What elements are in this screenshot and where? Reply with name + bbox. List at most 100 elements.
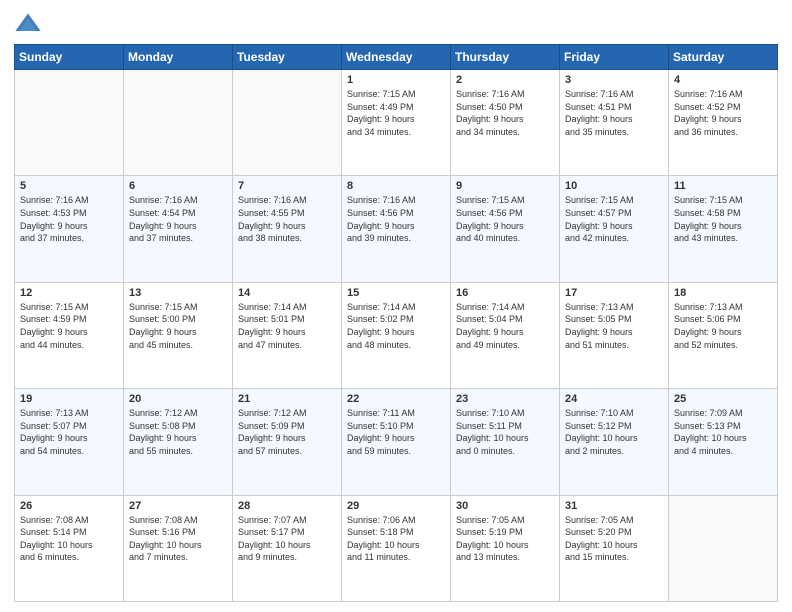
day-number: 25 bbox=[674, 393, 772, 405]
day-number: 24 bbox=[565, 393, 663, 405]
day-info: Sunrise: 7:10 AM Sunset: 5:12 PM Dayligh… bbox=[565, 407, 663, 457]
calendar-cell: 7 Sunrise: 7:16 AM Sunset: 4:55 PM Daylig… bbox=[233, 176, 342, 282]
calendar-cell: 26 Sunrise: 7:08 AM Sunset: 5:14 PM Dayli… bbox=[15, 495, 124, 601]
weekday-header-monday: Monday bbox=[124, 45, 233, 70]
calendar-cell: 6Sunrise: 7:16 AM Sunset: 4:54 PM Daylig… bbox=[124, 176, 233, 282]
day-info: Sunrise: 7:14 AM Sunset: 5:04 PM Dayligh… bbox=[456, 301, 554, 351]
calendar-cell: 9 Sunrise: 7:15 AM Sunset: 4:56 PM Daylig… bbox=[451, 176, 560, 282]
day-info: Sunrise: 7:14 AM Sunset: 5:02 PM Dayligh… bbox=[347, 301, 445, 351]
calendar-cell: 29Sunrise: 7:06 AM Sunset: 5:18 PM Dayli… bbox=[342, 495, 451, 601]
day-number: 9 bbox=[456, 180, 554, 192]
day-number: 28 bbox=[238, 500, 336, 512]
day-info: Sunrise: 7:15 AM Sunset: 4:59 PM Dayligh… bbox=[20, 301, 118, 351]
day-number: 19 bbox=[20, 393, 118, 405]
day-number: 22 bbox=[347, 393, 445, 405]
calendar-cell: 3 Sunrise: 7:16 AM Sunset: 4:51 PM Daylig… bbox=[560, 70, 669, 176]
logo bbox=[14, 10, 46, 38]
calendar-cell: 28 Sunrise: 7:07 AM Sunset: 5:17 PM Dayli… bbox=[233, 495, 342, 601]
day-number: 17 bbox=[565, 287, 663, 299]
day-info: Sunrise: 7:05 AM Sunset: 5:19 PM Dayligh… bbox=[456, 514, 554, 564]
page: SundayMondayTuesdayWednesdayThursdayFrid… bbox=[0, 0, 792, 612]
day-info: Sunrise: 7:10 AM Sunset: 5:11 PM Dayligh… bbox=[456, 407, 554, 457]
calendar-cell bbox=[124, 70, 233, 176]
day-info: Sunrise: 7:16 AM Sunset: 4:51 PM Dayligh… bbox=[565, 88, 663, 138]
calendar-cell: 19 Sunrise: 7:13 AM Sunset: 5:07 PM Dayli… bbox=[15, 389, 124, 495]
day-number: 26 bbox=[20, 500, 118, 512]
calendar-cell: 1 Sunrise: 7:15 AM Sunset: 4:49 PM Daylig… bbox=[342, 70, 451, 176]
day-number: 4 bbox=[674, 74, 772, 86]
calendar-cell: 27Sunrise: 7:08 AM Sunset: 5:16 PM Dayli… bbox=[124, 495, 233, 601]
day-info: Sunrise: 7:15 AM Sunset: 4:49 PM Dayligh… bbox=[347, 88, 445, 138]
day-number: 12 bbox=[20, 287, 118, 299]
calendar-cell: 12 Sunrise: 7:15 AM Sunset: 4:59 PM Dayli… bbox=[15, 282, 124, 388]
day-info: Sunrise: 7:12 AM Sunset: 5:09 PM Dayligh… bbox=[238, 407, 336, 457]
day-number: 1 bbox=[347, 74, 445, 86]
calendar-cell: 15Sunrise: 7:14 AM Sunset: 5:02 PM Dayli… bbox=[342, 282, 451, 388]
calendar-cell: 24 Sunrise: 7:10 AM Sunset: 5:12 PM Dayli… bbox=[560, 389, 669, 495]
day-info: Sunrise: 7:14 AM Sunset: 5:01 PM Dayligh… bbox=[238, 301, 336, 351]
day-info: Sunrise: 7:15 AM Sunset: 4:57 PM Dayligh… bbox=[565, 194, 663, 244]
calendar-cell: 18 Sunrise: 7:13 AM Sunset: 5:06 PM Dayli… bbox=[669, 282, 778, 388]
day-info: Sunrise: 7:08 AM Sunset: 5:14 PM Dayligh… bbox=[20, 514, 118, 564]
day-info: Sunrise: 7:16 AM Sunset: 4:55 PM Dayligh… bbox=[238, 194, 336, 244]
day-number: 3 bbox=[565, 74, 663, 86]
calendar-cell: 2 Sunrise: 7:16 AM Sunset: 4:50 PM Daylig… bbox=[451, 70, 560, 176]
calendar-cell: 4Sunrise: 7:16 AM Sunset: 4:52 PM Daylig… bbox=[669, 70, 778, 176]
weekday-header-row: SundayMondayTuesdayWednesdayThursdayFrid… bbox=[15, 45, 778, 70]
calendar-cell: 5Sunrise: 7:16 AM Sunset: 4:53 PM Daylig… bbox=[15, 176, 124, 282]
day-info: Sunrise: 7:15 AM Sunset: 5:00 PM Dayligh… bbox=[129, 301, 227, 351]
day-info: Sunrise: 7:07 AM Sunset: 5:17 PM Dayligh… bbox=[238, 514, 336, 564]
day-info: Sunrise: 7:13 AM Sunset: 5:07 PM Dayligh… bbox=[20, 407, 118, 457]
calendar-cell: 13Sunrise: 7:15 AM Sunset: 5:00 PM Dayli… bbox=[124, 282, 233, 388]
day-number: 2 bbox=[456, 74, 554, 86]
day-info: Sunrise: 7:06 AM Sunset: 5:18 PM Dayligh… bbox=[347, 514, 445, 564]
day-number: 20 bbox=[129, 393, 227, 405]
calendar-cell bbox=[233, 70, 342, 176]
day-info: Sunrise: 7:16 AM Sunset: 4:50 PM Dayligh… bbox=[456, 88, 554, 138]
calendar-cell bbox=[669, 495, 778, 601]
day-info: Sunrise: 7:16 AM Sunset: 4:53 PM Dayligh… bbox=[20, 194, 118, 244]
day-number: 8 bbox=[347, 180, 445, 192]
weekday-header-tuesday: Tuesday bbox=[233, 45, 342, 70]
calendar-row-2: 5Sunrise: 7:16 AM Sunset: 4:53 PM Daylig… bbox=[15, 176, 778, 282]
calendar-cell: 20 Sunrise: 7:12 AM Sunset: 5:08 PM Dayli… bbox=[124, 389, 233, 495]
day-info: Sunrise: 7:12 AM Sunset: 5:08 PM Dayligh… bbox=[129, 407, 227, 457]
calendar-cell: 14 Sunrise: 7:14 AM Sunset: 5:01 PM Dayli… bbox=[233, 282, 342, 388]
day-info: Sunrise: 7:15 AM Sunset: 4:58 PM Dayligh… bbox=[674, 194, 772, 244]
weekday-header-sunday: Sunday bbox=[15, 45, 124, 70]
logo-icon bbox=[14, 10, 42, 38]
day-number: 31 bbox=[565, 500, 663, 512]
calendar-row-3: 12 Sunrise: 7:15 AM Sunset: 4:59 PM Dayli… bbox=[15, 282, 778, 388]
calendar-cell: 30 Sunrise: 7:05 AM Sunset: 5:19 PM Dayli… bbox=[451, 495, 560, 601]
day-number: 7 bbox=[238, 180, 336, 192]
day-number: 23 bbox=[456, 393, 554, 405]
day-number: 10 bbox=[565, 180, 663, 192]
weekday-header-saturday: Saturday bbox=[669, 45, 778, 70]
day-number: 14 bbox=[238, 287, 336, 299]
day-info: Sunrise: 7:11 AM Sunset: 5:10 PM Dayligh… bbox=[347, 407, 445, 457]
weekday-header-friday: Friday bbox=[560, 45, 669, 70]
calendar-row-5: 26 Sunrise: 7:08 AM Sunset: 5:14 PM Dayli… bbox=[15, 495, 778, 601]
day-number: 21 bbox=[238, 393, 336, 405]
day-info: Sunrise: 7:08 AM Sunset: 5:16 PM Dayligh… bbox=[129, 514, 227, 564]
calendar-cell: 17Sunrise: 7:13 AM Sunset: 5:05 PM Dayli… bbox=[560, 282, 669, 388]
day-number: 30 bbox=[456, 500, 554, 512]
header bbox=[14, 10, 778, 38]
day-number: 6 bbox=[129, 180, 227, 192]
day-number: 18 bbox=[674, 287, 772, 299]
day-info: Sunrise: 7:15 AM Sunset: 4:56 PM Dayligh… bbox=[456, 194, 554, 244]
calendar-cell: 25 Sunrise: 7:09 AM Sunset: 5:13 PM Dayli… bbox=[669, 389, 778, 495]
day-info: Sunrise: 7:13 AM Sunset: 5:06 PM Dayligh… bbox=[674, 301, 772, 351]
calendar-cell: 11 Sunrise: 7:15 AM Sunset: 4:58 PM Dayli… bbox=[669, 176, 778, 282]
day-number: 16 bbox=[456, 287, 554, 299]
calendar-row-1: 1 Sunrise: 7:15 AM Sunset: 4:49 PM Daylig… bbox=[15, 70, 778, 176]
calendar-cell: 31Sunrise: 7:05 AM Sunset: 5:20 PM Dayli… bbox=[560, 495, 669, 601]
day-info: Sunrise: 7:16 AM Sunset: 4:56 PM Dayligh… bbox=[347, 194, 445, 244]
day-number: 11 bbox=[674, 180, 772, 192]
calendar-cell: 16 Sunrise: 7:14 AM Sunset: 5:04 PM Dayli… bbox=[451, 282, 560, 388]
calendar-cell bbox=[15, 70, 124, 176]
calendar-table: SundayMondayTuesdayWednesdayThursdayFrid… bbox=[14, 44, 778, 602]
day-info: Sunrise: 7:09 AM Sunset: 5:13 PM Dayligh… bbox=[674, 407, 772, 457]
calendar-cell: 22 Sunrise: 7:11 AM Sunset: 5:10 PM Dayli… bbox=[342, 389, 451, 495]
calendar-row-4: 19 Sunrise: 7:13 AM Sunset: 5:07 PM Dayli… bbox=[15, 389, 778, 495]
